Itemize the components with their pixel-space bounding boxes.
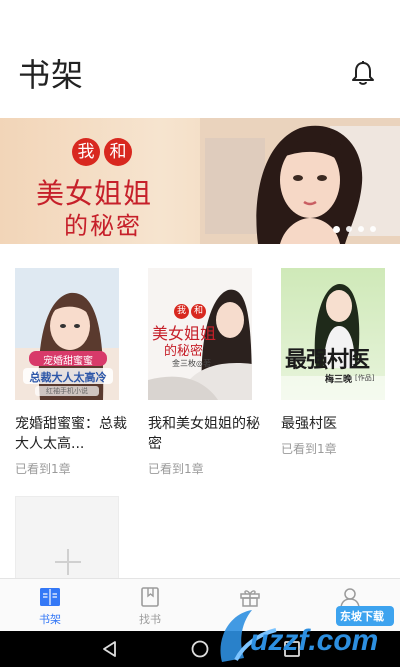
cover-title: 宠婚甜蜜蜜 [43, 356, 93, 367]
book-icon [141, 587, 159, 607]
plus-icon [55, 561, 81, 563]
cover-title: 最强村医 [285, 348, 370, 373]
cover-circle-char: 和 [191, 304, 206, 319]
cover-author: 金三枚◎著 [172, 359, 211, 368]
pagination-dot[interactable] [358, 226, 364, 232]
banner-title-sub: 的秘密 [64, 212, 142, 240]
read-progress: 已看到1章 [281, 442, 337, 456]
book-cover[interactable]: 最强村医 梅三晚 [作品] [281, 268, 385, 400]
pagination-dot[interactable] [333, 226, 340, 233]
tab-label: 找书 [139, 613, 161, 626]
pagination-dot[interactable] [346, 226, 352, 232]
tab-bookshelf[interactable]: 书架 [0, 579, 100, 632]
book-card[interactable]: 最强村医 梅三晚 [作品] 最强村医 已看到1章 [281, 268, 385, 457]
cover-subtitle: 的秘密 [164, 344, 204, 359]
back-icon[interactable] [100, 639, 120, 659]
cover-circle-chars: 我 和 [174, 304, 206, 319]
pagination-dot[interactable] [370, 226, 376, 232]
home-icon[interactable] [190, 639, 210, 659]
book-title[interactable]: 最强村医 [281, 414, 400, 434]
banner-title-prefix: 我 和 [72, 138, 132, 166]
book-card[interactable]: 宠婚甜蜜蜜 总裁大人太高冷 红袖手机小说 宠婚甜蜜蜜：总裁大人太高... 已看到… [15, 268, 127, 477]
bookshelf-icon [40, 588, 60, 606]
watermark-logo: 东坡下载 uzzf.com [214, 600, 400, 667]
read-progress: 已看到1章 [148, 462, 204, 476]
banner-pagination [333, 226, 376, 233]
watermark-badge: 东坡下载 [340, 610, 384, 623]
banner-circle-char: 我 [72, 138, 100, 166]
book-card[interactable]: 我 和 美女姐姐 的秘密 金三枚◎著 我和美女姐姐的秘密 已看到1章 [148, 268, 260, 477]
read-progress: 已看到1章 [15, 462, 71, 476]
book-title[interactable]: 我和美女姐姐的秘密 [148, 414, 268, 454]
page-title: 书架 [18, 56, 85, 94]
watermark-text: uzzf.com [250, 624, 379, 657]
cover-publisher: 红袖手机小说 [46, 387, 88, 395]
banner-circle-char: 和 [104, 138, 132, 166]
book-title[interactable]: 宠婚甜蜜蜜：总裁大人太高... [15, 414, 135, 454]
bell-icon[interactable] [348, 58, 378, 88]
cover-tag: [作品] [355, 374, 375, 382]
tab-find-books[interactable]: 找书 [100, 579, 200, 632]
cover-subtitle: 总裁大人太高冷 [29, 371, 107, 384]
book-cover[interactable]: 我 和 美女姐姐 的秘密 金三枚◎著 [148, 268, 252, 400]
book-cover[interactable]: 宠婚甜蜜蜜 总裁大人太高冷 红袖手机小说 [15, 268, 119, 400]
app-header: 书架 [0, 0, 400, 118]
cover-circle-char: 我 [174, 304, 189, 319]
tab-label: 书架 [39, 613, 61, 626]
cover-author: 梅三晚 [325, 375, 353, 385]
